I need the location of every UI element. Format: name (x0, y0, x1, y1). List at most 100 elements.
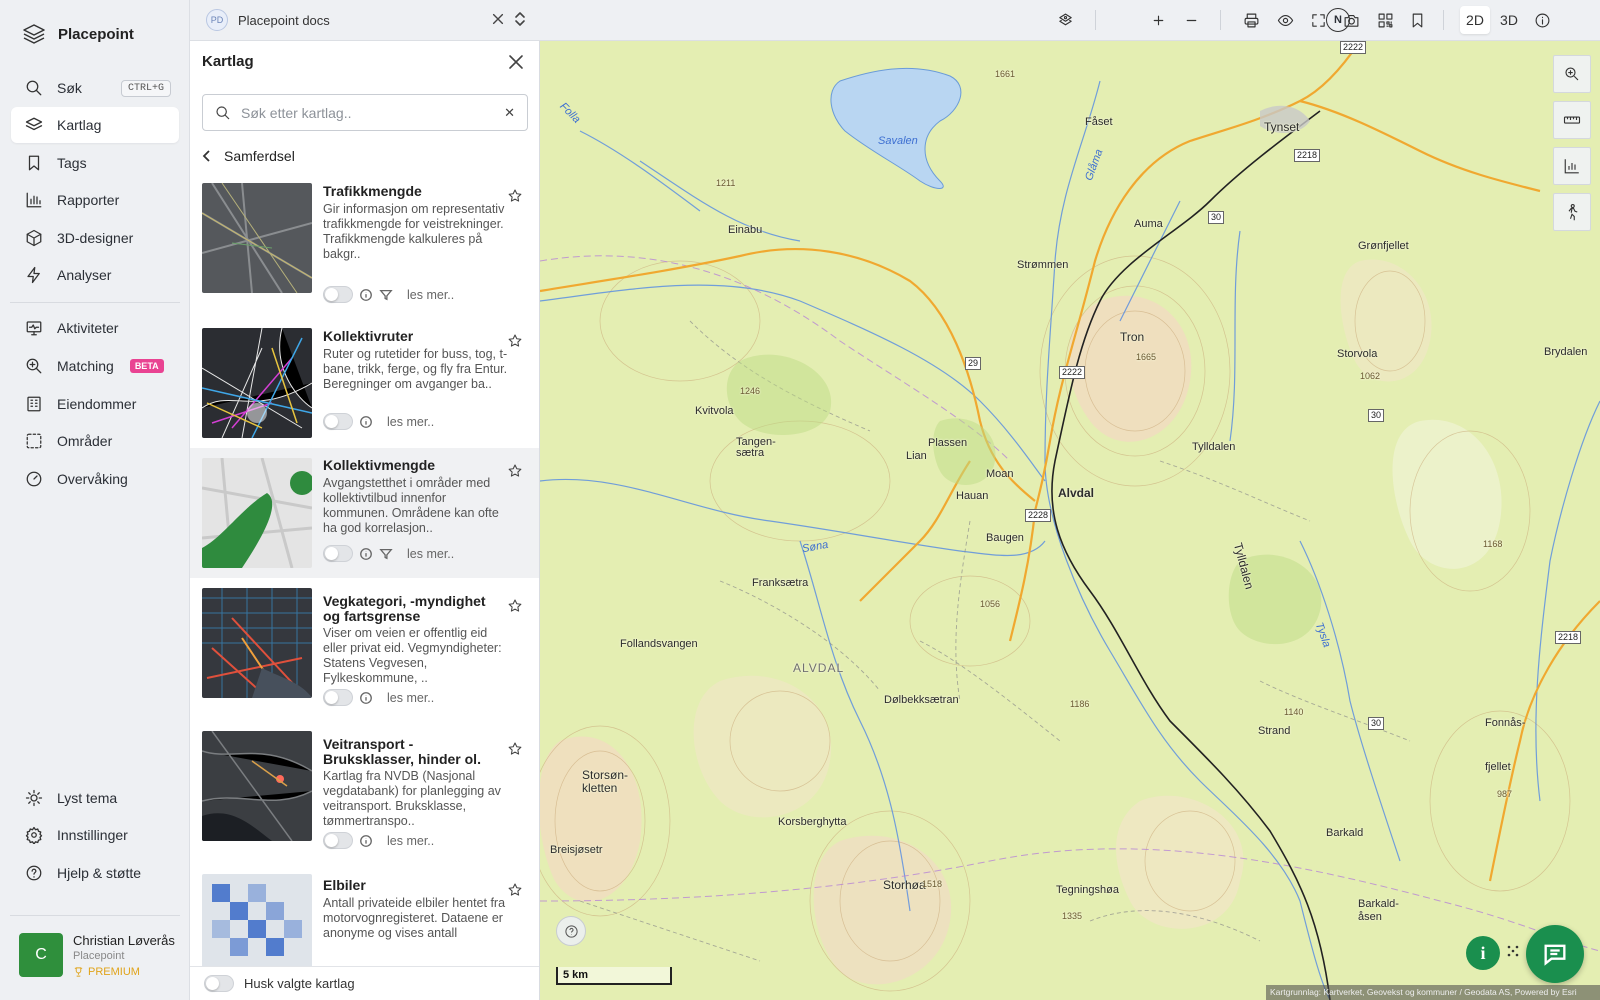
nav-rapporter[interactable]: Rapporter (11, 182, 179, 218)
layer-item[interactable]: Trafikkmengde Gir informasjon om represe… (190, 176, 539, 316)
close-icon[interactable] (491, 12, 505, 26)
nav-help[interactable]: Hjelp & støtte (11, 855, 179, 891)
place-label: Tron (1120, 330, 1145, 344)
info-icon[interactable] (359, 288, 373, 302)
nav-aktiviteter-label: Aktiviteter (57, 320, 119, 336)
layer-item[interactable]: Veitransport - Bruksklasser, hinder ol. … (190, 729, 539, 864)
nav-analyser[interactable]: Analyser (11, 257, 179, 293)
layer-item[interactable]: Elbiler Antall privateide elbiler hentet… (190, 872, 539, 966)
info-icon[interactable] (359, 415, 373, 429)
map-tool-location[interactable] (1553, 55, 1591, 93)
layer-name: Veitransport - Bruksklasser, hinder ol. (323, 736, 481, 767)
area-label: ALVDAL (793, 661, 845, 675)
drag-grip-icon[interactable] (1506, 944, 1520, 958)
star-icon[interactable] (507, 598, 523, 614)
clear-icon[interactable]: ✕ (504, 105, 515, 121)
layer-search-input[interactable] (241, 104, 495, 121)
nav-overvaking[interactable]: Overvåking (11, 461, 179, 497)
remember-layers-row: Husk valgte kartlag (190, 966, 539, 1000)
height-label: 1140 (1284, 707, 1304, 717)
breadcrumb[interactable]: Samferdsel (202, 148, 295, 164)
filter-icon[interactable] (379, 288, 393, 302)
read-more-link[interactable]: les mer.. (387, 691, 434, 705)
nav-tags[interactable]: Tags (11, 145, 179, 181)
info-button[interactable]: i (1466, 936, 1500, 970)
nav-overvaking-label: Overvåking (57, 471, 128, 487)
place-label: Fonnås-fjellet (1485, 717, 1526, 773)
beta-badge: BETA (129, 359, 164, 373)
layer-item[interactable]: Vegkategori, -myndighet og fartsgrense V… (190, 586, 539, 721)
map-layers-toggle-icon[interactable] (1054, 9, 1076, 31)
panel-title: Kartlag (202, 53, 254, 70)
road-number: 29 (965, 357, 982, 370)
nav-eiendommer[interactable]: Eiendommer (11, 386, 179, 422)
ruler-icon (1563, 116, 1581, 124)
map-tool-walk[interactable] (1553, 193, 1591, 231)
nav-kartlag[interactable]: Kartlag (11, 107, 179, 143)
height-label: 1661 (995, 69, 1016, 79)
map-canvas[interactable]: Tynset Savalen Fåset Einabu Auma Grønfje… (540, 41, 1600, 1000)
star-icon[interactable] (507, 188, 523, 204)
print-icon[interactable] (1240, 9, 1262, 31)
mode-3d-button[interactable]: 3D (1494, 6, 1524, 34)
layer-thumbnail (202, 183, 312, 293)
map-tool-measure[interactable] (1553, 101, 1591, 139)
nav-3d-designer[interactable]: 3D-designer (11, 220, 179, 256)
map-tool-chart[interactable] (1553, 147, 1591, 185)
layer-item[interactable]: Kollektivruter Ruter og rutetider for bu… (190, 321, 539, 446)
user-card[interactable]: C Christian Løverås Placepoint PREMIUM (19, 933, 175, 981)
nav-omrader[interactable]: Områder (11, 423, 179, 459)
layer-toggle[interactable] (323, 545, 353, 562)
plan-badge: PREMIUM (73, 963, 175, 981)
zoom-in-icon[interactable] (1147, 9, 1169, 31)
info-icon[interactable] (359, 691, 373, 705)
remember-layers-toggle[interactable] (204, 975, 234, 992)
height-label: 1518 (922, 879, 943, 889)
document-picker[interactable]: PD Placepoint docs (206, 9, 330, 31)
map-help-button[interactable] (556, 916, 586, 946)
star-icon[interactable] (507, 882, 523, 898)
info-icon[interactable] (1531, 9, 1553, 31)
layer-toggle[interactable] (323, 832, 353, 849)
nav-light-theme[interactable]: Lyst tema (11, 780, 179, 816)
nav-search[interactable]: Søk CTRL+G (11, 70, 179, 106)
info-icon[interactable] (359, 834, 373, 848)
fullscreen-icon[interactable] (1307, 9, 1329, 31)
layer-item[interactable]: Kollektivmengde Avgangstetthet i områder… (190, 448, 539, 578)
layer-controls: les mer.. (323, 413, 434, 430)
height-label: 987 (1497, 789, 1513, 799)
nav-matching-label: Matching (57, 358, 114, 374)
layer-toggle[interactable] (323, 689, 353, 706)
filter-icon[interactable] (379, 547, 393, 561)
height-label: 1062 (1360, 371, 1381, 381)
height-label: 1168 (1483, 539, 1503, 549)
info-icon[interactable] (359, 547, 373, 561)
nav-aktiviteter[interactable]: Aktiviteter (11, 310, 179, 346)
read-more-link[interactable]: les mer.. (407, 288, 454, 302)
nav-matching[interactable]: Matching BETA (11, 348, 179, 384)
brand[interactable]: Placepoint (22, 22, 134, 46)
mode-2d-button[interactable]: 2D (1460, 6, 1490, 34)
close-icon[interactable] (508, 54, 524, 70)
zoom-out-icon[interactable] (1180, 9, 1202, 31)
layer-toggle[interactable] (323, 286, 353, 303)
layer-thumbnail (202, 874, 312, 966)
chevron-updown-icon[interactable] (514, 11, 526, 27)
cube-icon (26, 229, 42, 247)
read-more-link[interactable]: les mer.. (407, 547, 454, 561)
place-label: Breisjøsetr (550, 844, 603, 856)
place-label: Storvola (1337, 348, 1378, 360)
chat-button[interactable] (1526, 925, 1584, 983)
bookmark-icon[interactable] (1406, 9, 1428, 31)
eye-icon[interactable] (1274, 9, 1296, 31)
camera-icon[interactable] (1340, 9, 1362, 31)
read-more-link[interactable]: les mer.. (387, 415, 434, 429)
star-icon[interactable] (507, 741, 523, 757)
layer-search[interactable]: ✕ (202, 94, 528, 131)
star-icon[interactable] (507, 333, 523, 349)
layer-toggle[interactable] (323, 413, 353, 430)
nav-settings[interactable]: Innstillinger (11, 817, 179, 853)
read-more-link[interactable]: les mer.. (387, 834, 434, 848)
qr-code-icon[interactable] (1374, 9, 1396, 31)
star-icon[interactable] (507, 463, 523, 479)
